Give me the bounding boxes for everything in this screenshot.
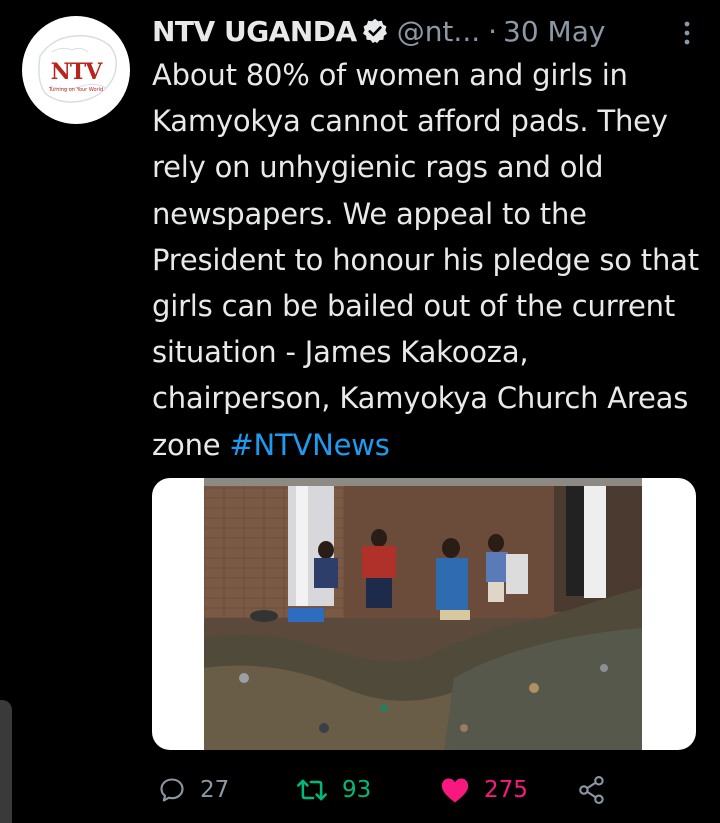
- separator-dot: ·: [488, 15, 498, 48]
- retweet-icon: [297, 779, 327, 801]
- avatar-logo: NTV: [50, 59, 103, 85]
- like-count: 275: [484, 777, 528, 803]
- handle[interactable]: @nt...: [397, 15, 480, 48]
- verified-badge-icon: [362, 18, 387, 44]
- reply-button[interactable]: 27: [158, 770, 229, 810]
- avatar-tagline: Turning on Your World: [48, 87, 104, 93]
- reply-count: 27: [200, 777, 230, 803]
- tweet-photo[interactable]: [204, 478, 642, 750]
- tweet-text: About 80% of women and girls in Kamyokya…: [152, 52, 708, 468]
- heart-filled-icon: [441, 778, 469, 803]
- retweet-button[interactable]: 93: [296, 770, 371, 810]
- like-button[interactable]: 275: [440, 770, 528, 810]
- share-button[interactable]: [578, 770, 606, 810]
- hashtag-link[interactable]: #NTVNews: [229, 428, 390, 462]
- share-icon: [579, 776, 604, 804]
- tweet-date[interactable]: 30 May: [503, 15, 605, 48]
- tweet-actions: 27 93 275: [152, 770, 708, 810]
- display-name[interactable]: NTV UGANDA: [152, 15, 357, 48]
- avatar[interactable]: NTV Turning on Your World: [22, 16, 130, 124]
- tweet-header: NTV UGANDA @nt... · 30 May: [152, 12, 692, 52]
- scroll-handle[interactable]: [0, 700, 12, 823]
- more-vertical-icon[interactable]: [682, 20, 692, 46]
- retweet-count: 93: [342, 777, 372, 803]
- tweet-body: About 80% of women and girls in Kamyokya…: [152, 58, 699, 462]
- tweet-media[interactable]: [152, 478, 696, 750]
- reply-bubble-icon: [160, 778, 184, 802]
- tweet[interactable]: NTV Turning on Your World NTV UGANDA @nt…: [0, 0, 720, 823]
